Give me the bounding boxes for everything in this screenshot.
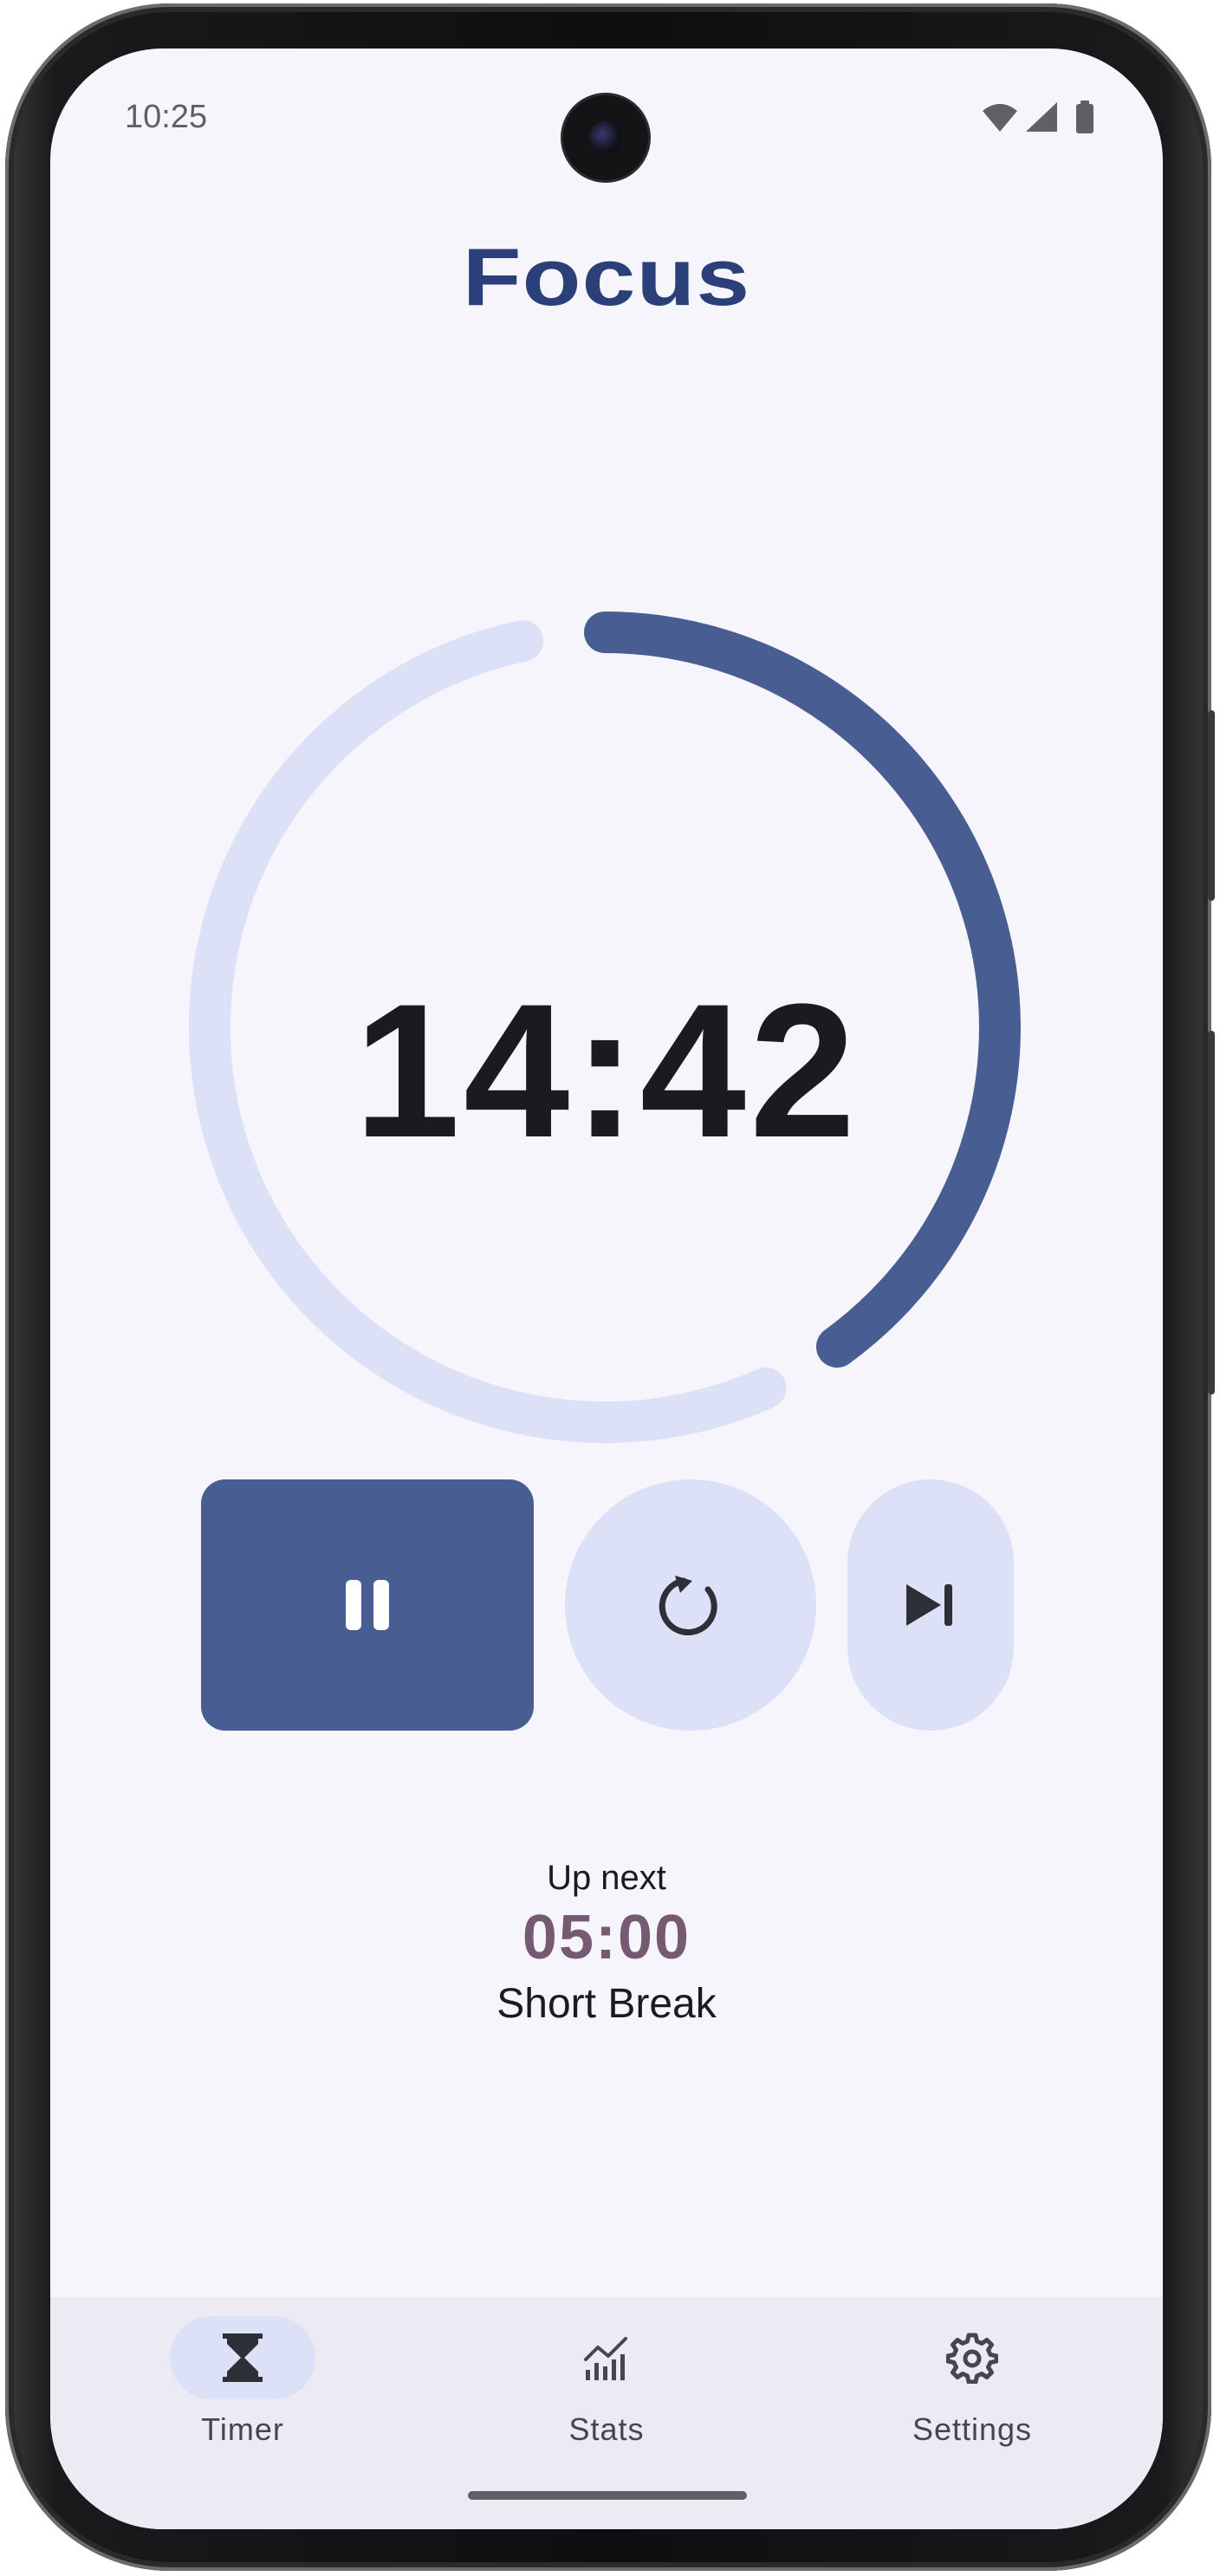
- nav-item-timer[interactable]: Timer: [113, 2297, 373, 2470]
- nav-label-stats: Stats: [568, 2411, 645, 2447]
- power-button: [1208, 1031, 1215, 1395]
- up-next-label: Up next: [547, 1859, 666, 1897]
- page-title: Focus: [462, 231, 751, 322]
- up-next-name: Short Break: [496, 1981, 717, 2027]
- up-next-time: 05:00: [522, 1903, 691, 1972]
- skip-button[interactable]: [847, 1479, 1014, 1731]
- cellular-icon: [1026, 102, 1057, 132]
- volume-button: [1208, 710, 1215, 901]
- gear-icon: [946, 2333, 998, 2384]
- battery-icon: [1076, 104, 1093, 133]
- hourglass-icon: [223, 2333, 263, 2382]
- wifi-icon: [983, 104, 1017, 132]
- status-time: 10:25: [125, 99, 208, 135]
- stats-icon: [584, 2337, 627, 2380]
- screen: 10:25 Focus 14:42 Up next 05:00 Short Br…: [50, 49, 1163, 2529]
- reset-icon: [659, 1576, 717, 1636]
- pause-button[interactable]: [201, 1479, 534, 1731]
- nav-item-settings[interactable]: Settings: [842, 2297, 1102, 2470]
- nav-pill-stats: [534, 2316, 679, 2399]
- pause-icon: [346, 1580, 389, 1630]
- nav-label-settings: Settings: [912, 2411, 1033, 2447]
- nav-pill-timer: [170, 2316, 315, 2399]
- nav-pill-settings: [899, 2316, 1045, 2399]
- nav-item-stats[interactable]: Stats: [477, 2297, 737, 2470]
- skip-next-icon: [906, 1584, 952, 1626]
- nav-label-timer: Timer: [201, 2411, 284, 2447]
- home-indicator: [468, 2491, 747, 2500]
- status-icons: [983, 100, 1093, 133]
- front-camera: [563, 95, 648, 180]
- reset-button[interactable]: [565, 1479, 816, 1731]
- timer-display: 14:42: [354, 964, 860, 1177]
